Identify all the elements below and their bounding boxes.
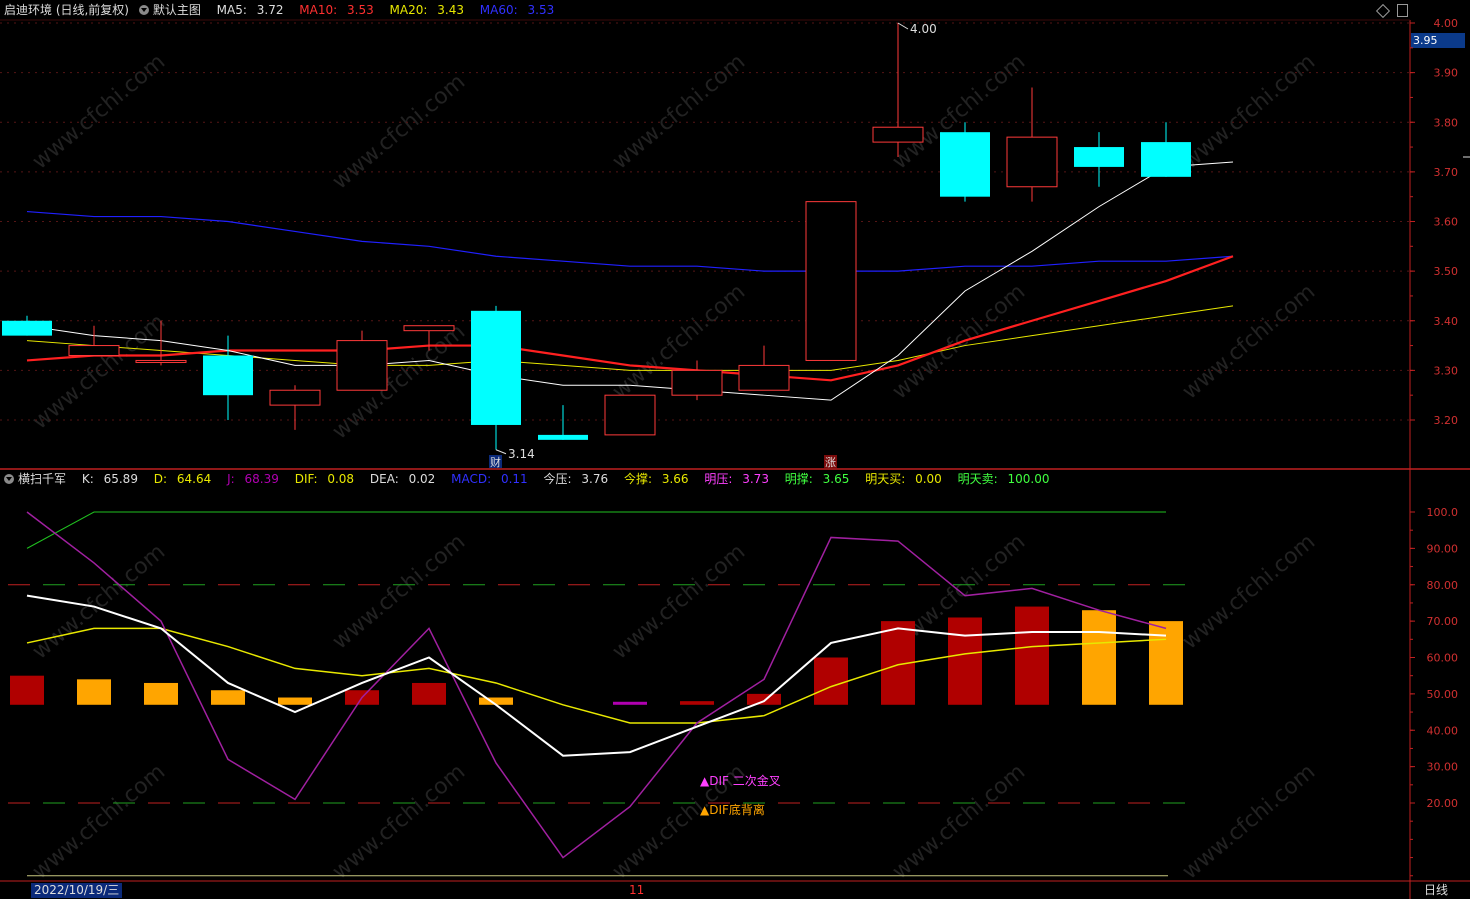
candle-body-down [203,355,253,396]
sub-tick-label: 90.00 [1427,542,1459,555]
macd-bar [211,690,245,705]
watermark-text: www.cfchi.com [328,759,470,884]
macd-bar [1082,610,1116,705]
candle-body-up [336,340,388,391]
watermark-text: www.cfchi.com [1178,529,1320,654]
high-marker-label: 4.00 [910,22,937,36]
sub-tick-label: 70.00 [1427,615,1459,628]
signal-dif-bottom-divergence: ▲DIF底背离 [700,803,765,817]
date-cursor-label: 2022/10/19/三 [31,883,123,898]
sub-tick-label: 60.00 [1427,652,1459,665]
signal-dif-golden-cross: ▲DIF 二次金叉 [700,774,781,788]
low-marker-label: 3.14 [508,447,535,461]
sub-tick-label: 100.0 [1427,506,1459,519]
candle-body-up [805,201,857,361]
macd-bar [278,697,312,705]
sub-tick-label: 80.00 [1427,579,1459,592]
sub-tick-label: 40.00 [1427,724,1459,737]
candle-body-up [269,389,321,406]
macd-bar [1149,621,1183,705]
k-line [26,594,1167,757]
watermark-text: www.cfchi.com [28,759,170,884]
watermark-text: www.cfchi.com [328,529,470,654]
sub-tick-label: 30.00 [1427,761,1459,774]
candle-body-up [671,369,723,396]
kline-chart[interactable]: www.cfchi.com www.cfchi.com www.cfchi.com w… [0,0,1470,899]
candle-body-down [940,132,990,197]
price-tick-label: 3.90 [1434,67,1459,80]
price-tick-label: 3.70 [1434,166,1459,179]
watermark-text: www.cfchi.com [28,49,170,174]
price-tick-label: 3.30 [1434,364,1459,377]
price-tick-label: 3.60 [1434,216,1459,229]
period-label[interactable]: 日线 [1424,883,1448,898]
sub-tick-label: 20.00 [1427,797,1459,810]
candle-body-up [872,126,924,143]
month-marker: 11 [629,883,645,897]
sub-tick-label: 50.00 [1427,688,1459,701]
candle-body-down [538,434,588,440]
d-line [26,627,1167,724]
watermark-text: www.cfchi.com [28,539,170,664]
watermark-text: www.cfchi.com [888,759,1030,884]
watermark-text: www.cfchi.com [1178,759,1320,884]
candle-body-up [738,364,790,391]
price-tick-label: 4.00 [1434,17,1459,30]
macd-bar [747,693,781,705]
ma60-line [26,210,1234,272]
candle-body-up [604,394,656,436]
price-tick-label: 3.50 [1434,265,1459,278]
macd-bar [10,675,44,705]
high-marker-line [897,22,909,30]
macd-bar [814,657,848,705]
candle-body-down [1074,147,1124,167]
watermark-text: www.cfchi.com [328,69,470,194]
macd-bar [412,682,446,705]
badge-zhang: 涨 [825,456,836,469]
badge-cai: 财 [490,455,501,469]
candle-body-up [135,359,187,363]
price-tick-label: 3.40 [1434,315,1459,328]
candle-body-down [2,320,52,336]
watermark-text: www.cfchi.com [608,539,750,664]
candle-body-down [471,310,521,425]
price-tick-label: 3.80 [1434,116,1459,129]
macd-bar [680,701,714,705]
macd-bar [144,682,178,705]
watermark-text: www.cfchi.com [1178,49,1320,174]
candle-body-up [403,325,455,332]
candle-body-up [68,345,120,356]
macd-bar [77,679,111,705]
candle-body-down [1141,142,1191,177]
watermark-text: www.cfchi.com [1178,279,1320,404]
macd-bar [948,617,982,705]
green-line [26,511,1166,549]
macd-bar [1015,606,1049,705]
macd-bar [613,701,647,705]
low-marker-line [495,449,507,455]
candle-body-up [1006,136,1058,188]
watermark-text: www.cfchi.com [608,49,750,174]
price-tick-label: 3.20 [1434,414,1459,427]
